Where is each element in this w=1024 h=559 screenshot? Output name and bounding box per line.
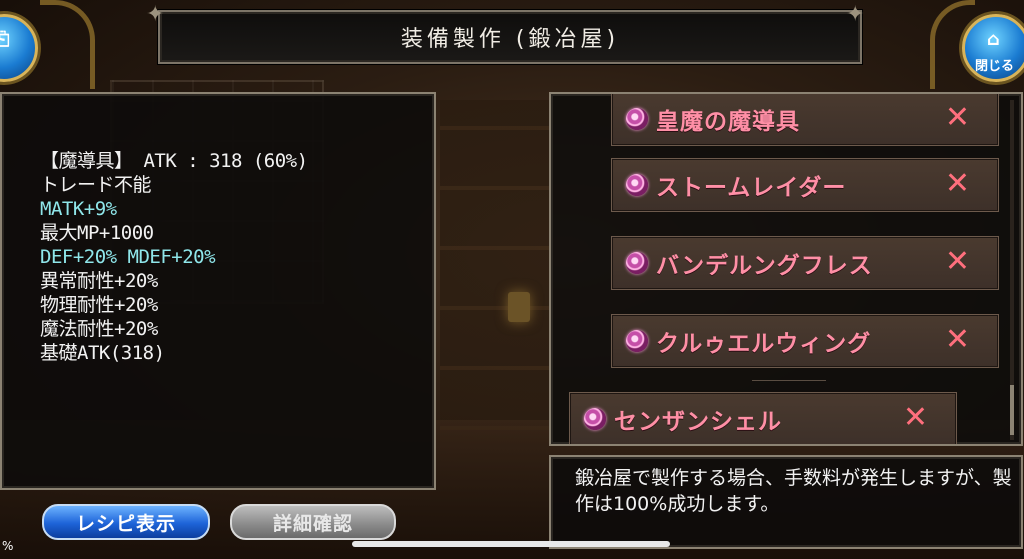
material-name: ストームレイダー [656,175,847,201]
material-item[interactable]: クルゥエルウィング ✕ [611,314,999,368]
window-icon: ⎗ [0,29,10,50]
home-indicator[interactable] [352,541,670,547]
material-coin-icon [626,174,648,196]
stat-line: 基礎ATK(318) [40,342,165,364]
remove-icon[interactable]: ✕ [903,400,928,435]
list-divider [752,380,826,381]
item-stats-list: 【魔導具】 ATK : 318 (60%) トレード不能 MATK+9% 最大MP+1… [40,149,308,365]
background-shelf [440,100,550,430]
corner-ornament-icon: ✦ [146,2,165,27]
page-title: 装備製作 (鍛冶屋) [158,10,862,64]
recipe-button[interactable]: レシピ表示 [42,504,210,540]
material-coin-icon [626,252,648,274]
remove-icon[interactable]: ✕ [945,322,970,357]
material-name: センザンシェル [614,409,782,435]
scrollbar-thumb[interactable] [1010,385,1014,435]
remove-icon[interactable]: ✕ [945,166,970,201]
material-coin-icon [626,108,648,130]
material-item-selected[interactable]: センザンシェル ✕ [569,392,957,444]
item-stats-panel: 【魔導具】 ATK : 318 (60%) トレード不能 MATK+9% 最大MP+1… [0,92,436,490]
ornate-frame-left [40,0,95,89]
material-item[interactable]: ストームレイダー ✕ [611,158,999,212]
material-coin-icon [584,408,606,430]
stat-line: DEF+20% MDEF+20% [40,246,216,268]
remove-icon[interactable]: ✕ [945,100,970,135]
close-button[interactable]: ⌂ 閉じる [962,14,1024,82]
recipe-button-label: レシピ表示 [75,512,176,535]
stat-line: 最大MP+1000 [40,222,154,244]
stat-line: 魔法耐性+20% [40,318,158,340]
detail-button[interactable]: 詳細確認 [230,504,396,540]
material-item[interactable]: バンデルングフレス ✕ [611,236,999,290]
stat-line: 異常耐性+20% [40,270,158,292]
corner-ornament-icon: ✦ [846,2,865,27]
material-item[interactable]: 皇魔の魔導具 ✕ [611,94,999,146]
material-coin-icon [626,330,648,352]
home-icon: ⌂ [987,29,1000,50]
stat-line: トレード不能 [40,174,152,196]
background-lamp [508,292,530,322]
stat-line: MATK+9% [40,198,117,220]
detail-button-label: 詳細確認 [272,512,353,535]
close-label: 閉じる [975,59,1015,74]
stat-line: 【魔導具】 ATK : 318 (60%) [40,150,308,172]
remove-icon[interactable]: ✕ [945,244,970,279]
material-name: クルゥエルウィング [656,331,872,357]
status-percent: % [2,539,14,553]
left-menu-button[interactable]: ⎗ る [0,14,38,82]
materials-panel[interactable]: 皇魔の魔導具 ✕ ストームレイダー ✕ バンデルングフレス ✕ クルゥエルウィン… [549,92,1023,446]
page-title-text: 装備製作 (鍛冶屋) [400,27,620,52]
material-name: 皇魔の魔導具 [656,109,800,135]
material-name: バンデルングフレス [656,253,873,279]
description-text: 鍛冶屋で製作する場合、手数料が発生しますが、製作は100%成功します。 [575,467,1012,515]
description-panel: 鍛冶屋で製作する場合、手数料が発生しますが、製作は100%成功します。 [549,455,1023,549]
stat-line: 物理耐性+20% [40,294,158,316]
